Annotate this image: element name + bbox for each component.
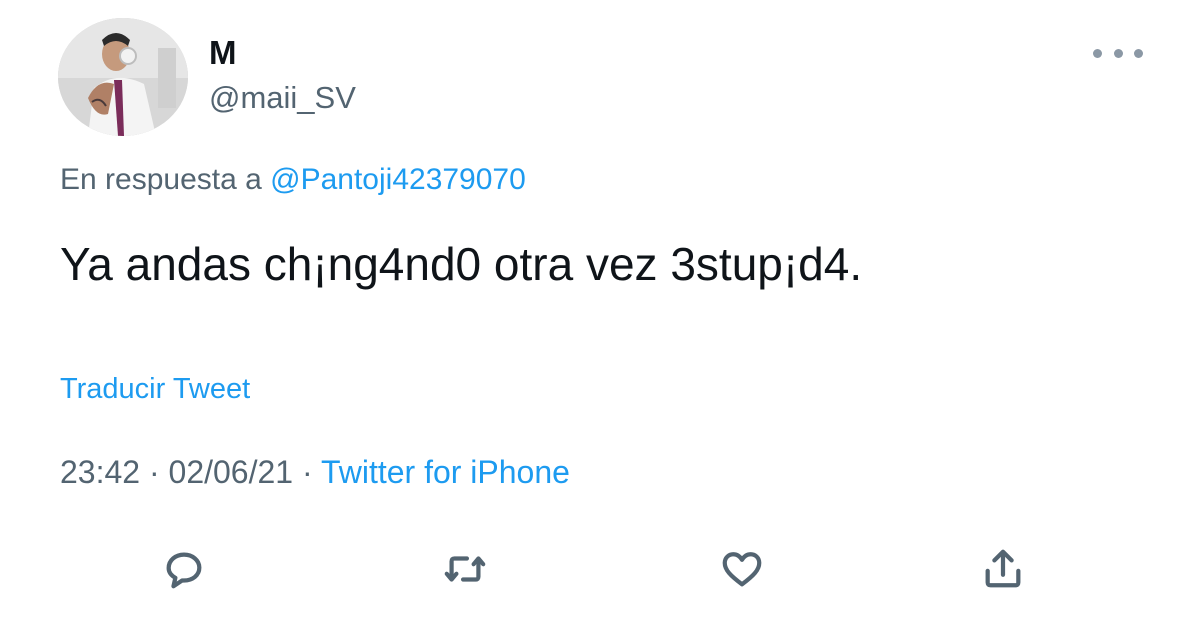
translate-tweet-link[interactable]: Traducir Tweet xyxy=(60,373,250,406)
speech-bubble-icon xyxy=(166,552,202,589)
share-icon xyxy=(985,549,1021,588)
tweet-metadata: 23:42 · 02/06/21 · Twitter for iPhone xyxy=(60,454,570,491)
tweet-time[interactable]: 23:42 xyxy=(60,454,140,490)
reply-prefix: En respuesta a xyxy=(60,163,262,196)
more-dot-icon xyxy=(1093,48,1102,58)
more-dot-icon xyxy=(1113,48,1123,58)
like-button[interactable] xyxy=(711,538,773,600)
retweet-icon xyxy=(444,556,486,582)
tweet-source-link[interactable]: Twitter for iPhone xyxy=(321,454,570,490)
tweet-date[interactable]: 02/06/21 xyxy=(169,454,294,490)
share-button[interactable] xyxy=(972,538,1034,600)
user-handle[interactable]: @maii_SV xyxy=(209,80,356,116)
reply-button[interactable] xyxy=(153,538,215,600)
avatar-image xyxy=(58,18,188,136)
heart-icon xyxy=(722,552,762,587)
reply-context: En respuesta a @Pantoji42379070 xyxy=(60,163,526,197)
avatar[interactable] xyxy=(58,18,188,136)
display-name[interactable]: M xyxy=(209,34,237,72)
meta-separator: · xyxy=(148,454,160,490)
tweet-text: Ya andas ch¡ng4nd0 otra vez 3stup¡d4. xyxy=(60,238,863,290)
reply-mention-link[interactable]: @Pantoji42379070 xyxy=(270,163,526,196)
meta-separator: · xyxy=(301,454,313,490)
more-dot-icon xyxy=(1134,48,1143,58)
more-options-button[interactable] xyxy=(1093,38,1143,68)
retweet-button[interactable] xyxy=(434,538,496,600)
